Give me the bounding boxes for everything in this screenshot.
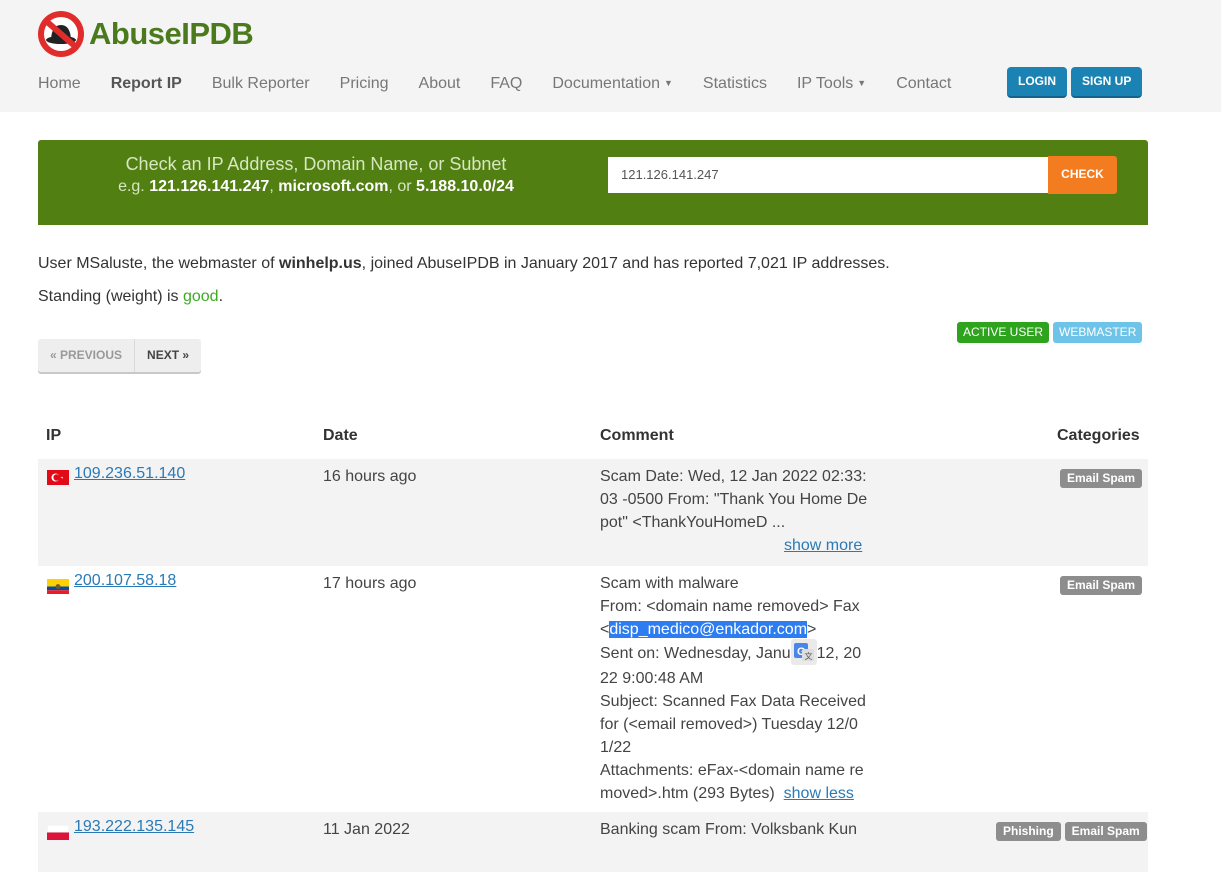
nav-contact[interactable]: Contact: [881, 75, 966, 93]
column-header-comment: Comment: [600, 427, 674, 444]
comment-line: Scam with malware: [600, 575, 739, 592]
previous-page-button[interactable]: « PREVIOUS: [38, 339, 136, 372]
nav-pricing[interactable]: Pricing: [325, 75, 404, 93]
categories: Email Spam: [1060, 576, 1143, 595]
svg-text:文: 文: [804, 651, 812, 661]
ip-link[interactable]: 200.107.58.18: [74, 572, 176, 590]
webmaster-badge: WEBMASTER: [1053, 322, 1143, 343]
column-header-date: Date: [323, 427, 358, 444]
google-translate-icon[interactable]: G文: [790, 639, 817, 665]
categories: Email Spam: [1060, 469, 1143, 488]
example-subnet: 5.188.10.0/24: [416, 178, 514, 195]
example-ip: 121.126.141.247: [149, 178, 270, 195]
check-example: e.g. 121.126.141.247, microsoft.com, or …: [118, 178, 514, 195]
nav-bulk-reporter[interactable]: Bulk Reporter: [197, 75, 325, 93]
report-date: 16 hours ago: [323, 468, 417, 485]
user-badges: ACTIVE USER WEBMASTER: [957, 322, 1143, 343]
nav-faq[interactable]: FAQ: [475, 75, 537, 93]
table-row: 109.236.51.140 16 hours ago Scam Date: W…: [38, 459, 1148, 566]
user-standing: Standing (weight) is good.: [38, 288, 224, 305]
show-less-link[interactable]: show less: [784, 785, 854, 802]
table-row: 200.107.58.18 17 hours ago Scam with mal…: [38, 566, 1148, 813]
nav-ip-tools-label: IP Tools: [796, 75, 854, 92]
category-badge[interactable]: Phishing: [996, 822, 1061, 841]
example-or: , or: [388, 178, 412, 195]
nav-documentation-label: Documentation: [552, 75, 660, 92]
signup-button[interactable]: SIGN UP: [1071, 67, 1143, 98]
report-comment: Banking scam From: Volksbank Kun: [600, 821, 858, 838]
comment-line: Sent on: Wednesday, Janu G 文 12, 2022 9:00:…: [600, 639, 868, 690]
ip-link[interactable]: 109.236.51.140: [74, 465, 185, 483]
comment-line: Subject: Scanned Fax Data Received for (…: [600, 693, 866, 756]
table-row: 193.222.135.145 11 Jan 2022 Banking scam…: [38, 812, 1148, 872]
nav-report-ip[interactable]: Report IP: [96, 75, 197, 93]
comment-text: Sent on: Wednesday, Janu: [600, 645, 791, 663]
category-badge[interactable]: Email Spam: [1060, 576, 1143, 595]
show-more-link[interactable]: show more: [784, 537, 862, 555]
standing-label: Standing (weight) is: [38, 288, 179, 305]
selected-email-text[interactable]: disp_medico@enkador.com: [609, 621, 808, 638]
comment-line: <disp_medico@enkador.com>: [600, 618, 868, 641]
pagination: « PREVIOUS NEXT »: [38, 339, 202, 372]
next-page-button[interactable]: NEXT »: [135, 339, 202, 372]
caret-down-icon: ▼: [664, 78, 673, 88]
example-prefix: e.g.: [118, 178, 145, 195]
ip-link[interactable]: 193.222.135.145: [74, 818, 194, 836]
comment-line: Attachments: eFax-<domain name removed>.…: [600, 759, 868, 805]
categories: Phishing Email Spam: [996, 822, 1147, 841]
category-badge[interactable]: Email Spam: [1060, 469, 1143, 488]
report-date: 11 Jan 2022: [323, 821, 410, 838]
comment-text: >: [807, 621, 817, 638]
nav-ip-tools[interactable]: IP Tools ▼: [782, 75, 881, 93]
category-badge[interactable]: Email Spam: [1064, 822, 1147, 841]
report-comment: Scam Date: Wed, 12 Jan 2022 02:33:03 -05…: [600, 468, 868, 531]
main-nav: Home Report IP Bulk Reporter Pricing Abo…: [23, 62, 966, 106]
user-summary-prefix: User MSaluste, the webmaster of: [38, 255, 275, 272]
comment-line: From: <domain name removed> Fax: [600, 598, 860, 615]
report-date: 17 hours ago: [323, 575, 417, 592]
site-logo[interactable]: AbuseIPDB: [36, 9, 254, 59]
column-header-ip: IP: [46, 427, 62, 444]
nav-home[interactable]: Home: [23, 75, 96, 93]
check-button[interactable]: CHECK: [1048, 156, 1117, 194]
ip-check-panel: Check an IP Address, Domain Name, or Sub…: [38, 140, 1148, 225]
nav-documentation[interactable]: Documentation ▼: [537, 75, 688, 93]
site-header: AbuseIPDB Home Report IP Bulk Reporter P…: [0, 0, 1221, 112]
login-button[interactable]: LOGIN: [1007, 67, 1067, 98]
nav-statistics[interactable]: Statistics: [688, 75, 782, 93]
example-domain: microsoft.com: [278, 178, 389, 195]
standing-value: good: [182, 288, 219, 305]
ecuador-flag-icon: [47, 579, 69, 594]
poland-flag-icon: [47, 825, 69, 840]
user-summary: User MSaluste, the webmaster of winhelp.…: [38, 255, 890, 273]
user-summary-suffix: , joined AbuseIPDB in January 2017 and h…: [361, 255, 890, 272]
user-site: winhelp.us: [279, 255, 362, 272]
check-title: Check an IP Address, Domain Name, or Sub…: [125, 154, 507, 174]
nav-about[interactable]: About: [404, 75, 476, 93]
caret-down-icon: ▼: [857, 78, 867, 88]
turkey-flag-icon: [47, 470, 69, 485]
ip-search-input[interactable]: 121.126.141.247: [608, 157, 1049, 193]
report-comment: Scam with malware From: <domain name rem…: [600, 572, 868, 805]
brand-name: AbuseIPDB: [89, 16, 254, 51]
column-header-categories: Categories: [1057, 427, 1140, 444]
auth-buttons: LOGIN SIGN UP: [1007, 67, 1143, 98]
comment-text: <: [600, 621, 610, 638]
abuseipdb-logo-icon: [38, 11, 84, 57]
active-user-badge: ACTIVE USER: [957, 322, 1050, 343]
